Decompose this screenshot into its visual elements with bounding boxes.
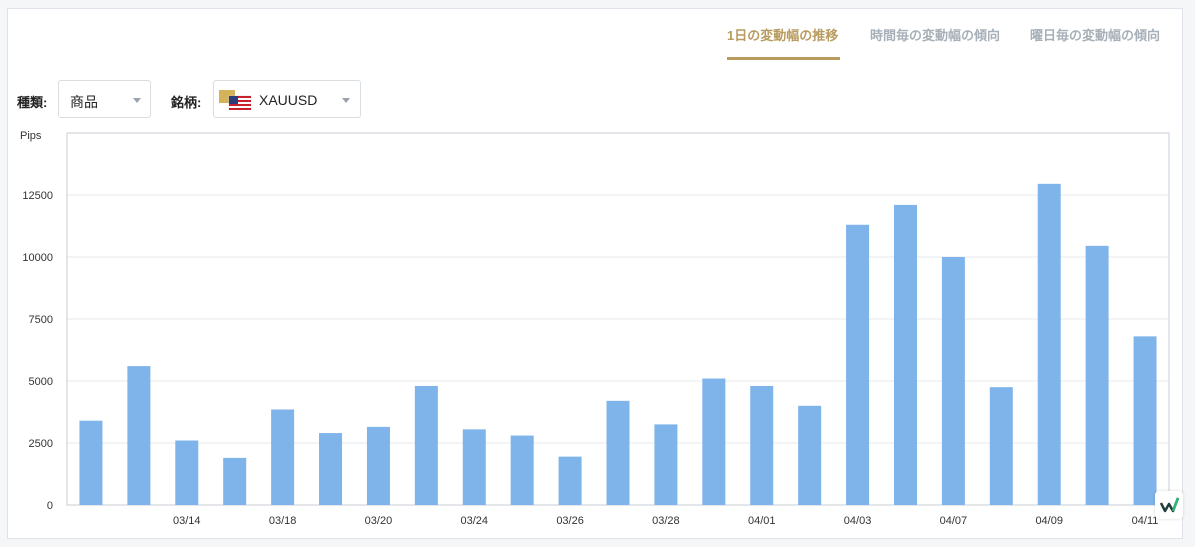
bar[interactable]	[175, 440, 199, 505]
bar[interactable]	[79, 420, 103, 505]
x-axis: 03/14 03/18 03/20 03/24 03/26 03/28 04/01 04/03…	[173, 515, 1158, 527]
bar[interactable]	[510, 435, 534, 505]
x-tick-label: 04/03	[844, 515, 872, 527]
bar[interactable]	[223, 457, 247, 505]
y-axis-label: Pips	[20, 130, 42, 142]
y-tick-label: 10000	[22, 252, 53, 264]
bar[interactable]	[798, 405, 822, 505]
bar[interactable]	[366, 426, 390, 505]
bar[interactable]	[271, 409, 295, 505]
x-tick-label: 04/09	[1035, 515, 1063, 527]
bar[interactable]	[846, 224, 870, 505]
y-tick-label: 12500	[22, 190, 53, 202]
bar[interactable]	[1037, 183, 1061, 505]
y-axis: 0 2500 5000 7500 10000 12500	[22, 190, 53, 512]
x-tick-label: 04/07	[940, 515, 968, 527]
bar-chart: 02500500075001000012500 03/14 03/18 03/20 0…	[20, 130, 1170, 527]
bar[interactable]	[702, 378, 726, 505]
bar[interactable]	[1085, 245, 1109, 505]
x-tick-label: 03/20	[365, 515, 393, 527]
y-tick-label: 2500	[29, 438, 53, 450]
y-tick-label: 0	[47, 500, 53, 512]
y-tick-label: 7500	[29, 314, 53, 326]
watermark-logo	[1155, 491, 1183, 519]
x-tick-label: 03/14	[173, 515, 201, 527]
bar[interactable]	[414, 385, 438, 505]
bar[interactable]	[558, 456, 582, 505]
x-tick-label: 04/01	[748, 515, 776, 527]
bar-series	[79, 183, 1157, 506]
bar[interactable]	[127, 366, 151, 505]
bar[interactable]	[462, 429, 486, 505]
y-tick-label: 5000	[29, 376, 53, 388]
x-tick-label: 03/26	[556, 515, 584, 527]
logo-icon	[1159, 497, 1180, 513]
bar[interactable]	[319, 433, 343, 505]
bar[interactable]	[654, 424, 678, 505]
x-tick-label: 03/28	[652, 515, 680, 527]
bar[interactable]	[941, 257, 965, 505]
bar[interactable]	[606, 400, 630, 505]
bar[interactable]	[893, 204, 917, 506]
x-tick-label: 03/18	[269, 515, 297, 527]
bar[interactable]	[989, 387, 1013, 505]
chart-panel: 1日の変動幅の推移 時間毎の変動幅の傾向 曜日毎の変動幅の傾向 種類: 商品 銘…	[7, 8, 1183, 539]
bar[interactable]	[750, 385, 774, 505]
x-tick-label: 03/24	[460, 515, 488, 527]
bar[interactable]	[1133, 336, 1157, 505]
